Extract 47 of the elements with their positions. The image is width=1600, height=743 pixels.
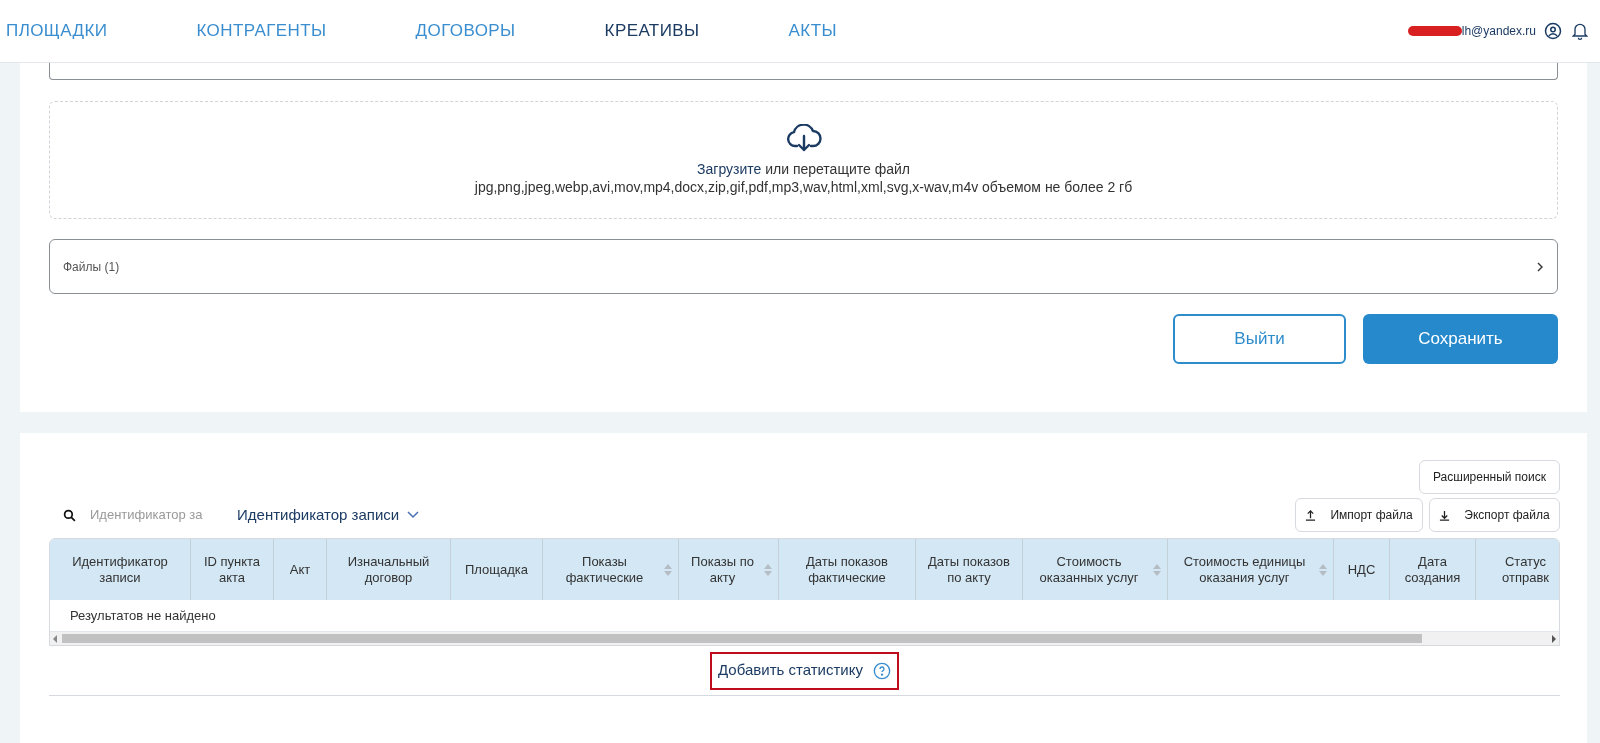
upload-dropzone[interactable]: Загрузите или перетащите файл jpg,png,jpeg,webp,avi,mov,mp4,docx,zip,gif,pdf,mp3,wav,html,xml,svg,x-wav,m4v объемом не более 2 гб <box>49 101 1558 219</box>
help-icon <box>872 661 891 680</box>
column-header[interactable]: Показы по акту <box>679 539 779 600</box>
user-email: lh@yandex.ru <box>1461 23 1536 40</box>
search-field[interactable]: Идентификатор за <box>49 505 224 525</box>
column-header: Акт <box>274 539 327 600</box>
redaction-mark <box>1407 25 1462 37</box>
import-button[interactable]: Импорт файла <box>1295 498 1423 532</box>
nav-link[interactable]: КРЕАТИВЫ <box>604 18 700 44</box>
search-field-dropdown[interactable]: Идентификатор записи <box>237 503 420 527</box>
column-header: Даты показов по акту <box>916 539 1023 600</box>
nav-link[interactable]: ПЛОЩАДКИ <box>6 18 108 44</box>
column-header: Статус отправк <box>1476 539 1559 600</box>
nav-link[interactable]: КОНТРАГЕНТЫ <box>196 18 327 44</box>
column-header: Дата создания <box>1390 539 1476 600</box>
search-icon <box>63 508 76 522</box>
scroll-right-icon[interactable] <box>1551 634 1557 643</box>
column-header[interactable]: Стоимость единицы оказания услуг <box>1168 539 1334 600</box>
horizontal-scrollbar[interactable] <box>50 632 1559 645</box>
column-header: Изначальный договор <box>327 539 451 600</box>
column-header: ID пункта акта <box>191 539 274 600</box>
export-button[interactable]: Экспорт файла <box>1429 498 1560 532</box>
scroll-left-icon[interactable] <box>52 634 58 643</box>
column-header[interactable]: Показы фактические <box>543 539 679 600</box>
chevron-down-icon <box>407 511 420 519</box>
add-statistics-button[interactable]: Добавить статистику <box>710 651 899 690</box>
download-icon <box>1439 509 1451 521</box>
column-header: Площадка <box>451 539 543 600</box>
nav-link[interactable]: ДОГОВОРЫ <box>415 18 516 44</box>
files-accordion[interactable]: Файлы (1) <box>49 239 1558 294</box>
column-header: Даты показов фактические <box>779 539 916 600</box>
chevron-icon <box>1536 261 1544 272</box>
empty-message: Результатов не найдено <box>70 606 216 625</box>
cloud-download-icon <box>785 124 822 154</box>
advanced-search-button[interactable]: Расширенный поиск <box>1419 460 1560 494</box>
upload-instruction: Загрузите или перетащите файл <box>697 160 910 178</box>
save-button[interactable]: Сохранить <box>1363 314 1558 364</box>
user-icon[interactable] <box>1544 22 1562 40</box>
upload-formats: jpg,png,jpeg,webp,avi,mov,mp4,docx,zip,gif,pdf,mp3,wav,html,xml,svg,x-wav,m4v объемом не более 2 гб <box>474 178 1133 196</box>
exit-button[interactable]: Выйти <box>1173 314 1346 364</box>
column-header: НДС <box>1334 539 1390 600</box>
upload-link[interactable]: Загрузите <box>697 161 762 177</box>
column-header[interactable]: Стоимость оказанных услуг <box>1023 539 1168 600</box>
nav-link[interactable]: АКТЫ <box>788 18 837 44</box>
column-header: Идентификатор записи <box>50 539 191 600</box>
text-area[interactable] <box>49 63 1558 80</box>
upload-icon <box>1305 509 1317 521</box>
